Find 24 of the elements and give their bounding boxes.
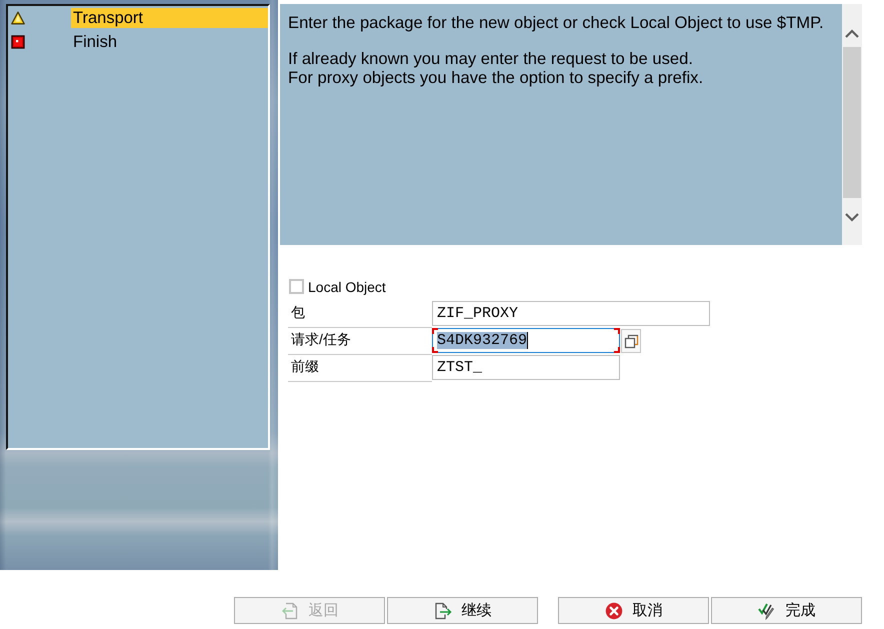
step-item[interactable]: Transport [71, 8, 268, 28]
wizard-button[interactable]: 完成 [711, 597, 862, 624]
scrollbar-thumb[interactable] [843, 47, 861, 198]
wizard-button[interactable]: 取消 [558, 597, 709, 624]
chevron-up-icon[interactable] [845, 29, 859, 38]
input-field[interactable]: ZTST_ [432, 355, 620, 380]
input-field[interactable]: ZIF_PROXY [432, 301, 710, 326]
value-help-button[interactable] [621, 329, 641, 353]
input-field[interactable]: S4DK932769 [432, 328, 620, 353]
help-text: Enter the package for the new object or check Local Object to use $TMP. [288, 13, 824, 32]
page-arrow-right-icon [434, 602, 452, 620]
overlapping-squares-icon [624, 334, 638, 348]
wizard-button[interactable]: 继续 [387, 597, 538, 624]
checkbox-label: Local Object [308, 278, 386, 294]
page-arrow-left-icon [280, 602, 298, 620]
help-text: If already known you may enter the request to be used. For proxy objects you have the option to specify a prefix. [288, 49, 704, 87]
checkbox[interactable] [289, 279, 304, 294]
error-square-icon [11, 35, 25, 49]
vertical-scrollbar[interactable] [842, 4, 862, 245]
chevron-down-icon[interactable] [845, 213, 859, 222]
checkmark-pencil-icon [758, 602, 776, 620]
warning-icon [11, 11, 25, 25]
cancel-icon [604, 602, 622, 620]
step-item[interactable]: Finish [71, 32, 268, 52]
